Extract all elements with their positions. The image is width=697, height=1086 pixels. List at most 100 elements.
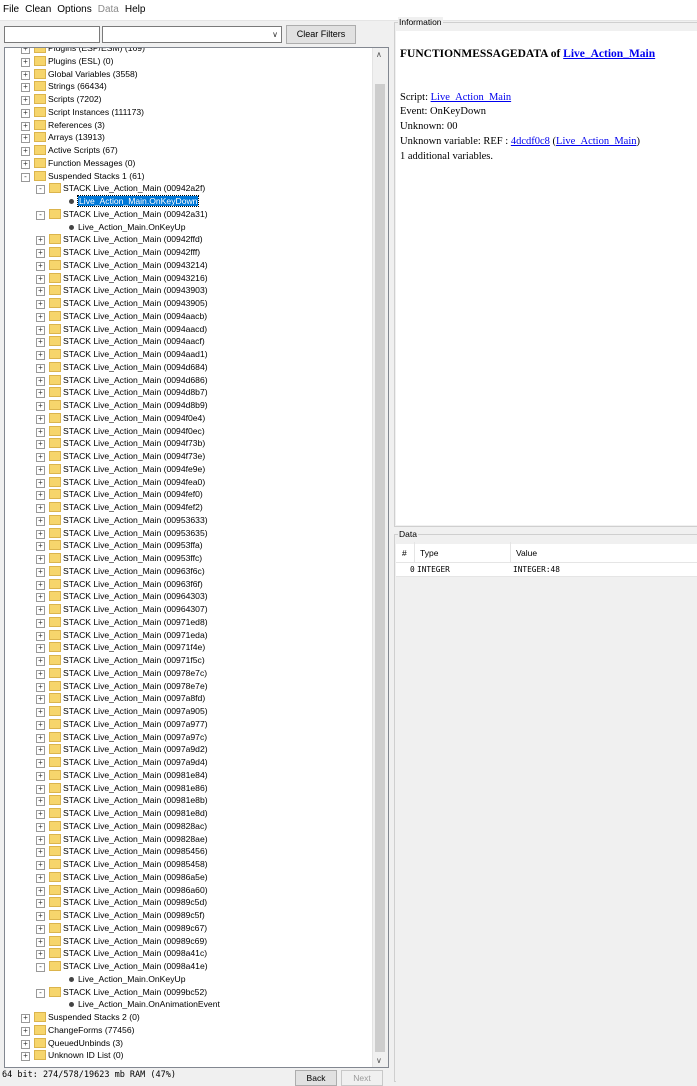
tree-label[interactable]: STACK Live_Action_Main (0098a41e): [63, 960, 208, 973]
expand-icon[interactable]: +: [36, 720, 45, 730]
tree-node[interactable]: + STACK Live_Action_Main (00943214): [5, 259, 373, 272]
scrollbar-thumb[interactable]: [375, 84, 385, 1052]
tree-label[interactable]: Global Variables (3558): [48, 68, 138, 81]
tree-node[interactable]: - Suspended Stacks 1 (61): [5, 170, 373, 183]
tree-label[interactable]: STACK Live_Action_Main (00989c67): [63, 922, 207, 935]
tree-node[interactable]: + STACK Live_Action_Main (0094fef2): [5, 501, 373, 514]
tree-node[interactable]: + STACK Live_Action_Main (00964307): [5, 603, 373, 616]
expand-icon[interactable]: +: [36, 695, 45, 705]
expand-icon[interactable]: +: [21, 159, 30, 169]
table-row[interactable]: 0 INTEGER INTEGER:48: [396, 563, 697, 577]
collapse-icon[interactable]: -: [36, 988, 45, 998]
expand-icon[interactable]: +: [36, 797, 45, 807]
tree-label[interactable]: STACK Live_Action_Main (00985458): [63, 858, 208, 871]
tree-node[interactable]: + STACK Live_Action_Main (00943905): [5, 297, 373, 310]
tree-node[interactable]: + STACK Live_Action_Main (00942fff): [5, 246, 373, 259]
expand-icon[interactable]: +: [21, 57, 30, 67]
expand-icon[interactable]: +: [36, 835, 45, 845]
tree-label[interactable]: Live_Action_Main.OnKeyDown: [76, 195, 200, 208]
tree-label[interactable]: STACK Live_Action_Main (00971ed8): [63, 616, 208, 629]
expand-icon[interactable]: +: [36, 504, 45, 513]
expand-icon[interactable]: +: [36, 631, 45, 641]
next-button[interactable]: Next: [341, 1070, 383, 1086]
tree-label[interactable]: STACK Live_Action_Main (009828ae): [63, 833, 208, 846]
tree-label[interactable]: STACK Live_Action_Main (0094f0e4): [63, 412, 205, 425]
tree-node[interactable]: + STACK Live_Action_Main (0097a9d4): [5, 756, 373, 769]
tree-label[interactable]: Script Instances (111173): [48, 106, 144, 119]
expand-icon[interactable]: +: [36, 542, 45, 552]
tree-node[interactable]: + Global Variables (3558): [5, 68, 373, 81]
expand-icon[interactable]: +: [21, 1039, 30, 1049]
tree-node[interactable]: - STACK Live_Action_Main (0098a41e): [5, 960, 373, 973]
tree-node[interactable]: + STACK Live_Action_Main (00942ffd): [5, 233, 373, 246]
expand-icon[interactable]: +: [36, 453, 45, 462]
tree-label[interactable]: STACK Live_Action_Main (00943905): [63, 297, 208, 310]
tree-node[interactable]: + STACK Live_Action_Main (00986a5e): [5, 871, 373, 884]
tree-node[interactable]: + Suspended Stacks 2 (0): [5, 1011, 373, 1024]
data-table[interactable]: # Type Value 0 INTEGER INTEGER:48: [396, 542, 697, 1082]
tree-label[interactable]: STACK Live_Action_Main (00963f6f): [63, 578, 203, 591]
tree-node[interactable]: + STACK Live_Action_Main (00981e84): [5, 769, 373, 782]
tree-node[interactable]: + STACK Live_Action_Main (009828ae): [5, 833, 373, 846]
tree-node[interactable]: + STACK Live_Action_Main (0094aacb): [5, 310, 373, 323]
expand-icon[interactable]: +: [36, 733, 45, 743]
tree-node[interactable]: + STACK Live_Action_Main (00963f6c): [5, 565, 373, 578]
tree-node[interactable]: + STACK Live_Action_Main (0097a97c): [5, 731, 373, 744]
tree-node[interactable]: + STACK Live_Action_Main (00981e8d): [5, 807, 373, 820]
tree-label[interactable]: STACK Live_Action_Main (00964307): [63, 603, 208, 616]
tree-label[interactable]: STACK Live_Action_Main (0094fe9e): [63, 463, 205, 476]
tree-label[interactable]: STACK Live_Action_Main (00953633): [63, 514, 208, 527]
scroll-up-arrow-icon[interactable]: ∧: [376, 50, 382, 59]
tree-label[interactable]: STACK Live_Action_Main (0097a8fd): [63, 692, 205, 705]
expand-icon[interactable]: +: [36, 249, 45, 258]
tree-node[interactable]: + STACK Live_Action_Main (0097a977): [5, 718, 373, 731]
tree-node[interactable]: + STACK Live_Action_Main (00971eda): [5, 629, 373, 642]
tree-label[interactable]: Live_Action_Main.OnKeyUp: [78, 973, 185, 986]
expand-icon[interactable]: +: [21, 1014, 30, 1023]
tree-node[interactable]: + STACK Live_Action_Main (00953ffa): [5, 539, 373, 552]
tree-label[interactable]: STACK Live_Action_Main (00986a5e): [63, 871, 208, 884]
tree-label[interactable]: Plugins (ESL) (0): [48, 55, 113, 68]
expand-icon[interactable]: +: [36, 657, 45, 666]
expand-icon[interactable]: +: [36, 427, 45, 437]
expand-icon[interactable]: +: [36, 312, 45, 322]
expand-icon[interactable]: +: [36, 567, 45, 577]
tree-node[interactable]: - STACK Live_Action_Main (00942a2f): [5, 182, 373, 195]
tree-node[interactable]: + STACK Live_Action_Main (00981e8b): [5, 794, 373, 807]
tree-label[interactable]: STACK Live_Action_Main (0094aad1): [63, 348, 208, 361]
expand-icon[interactable]: +: [36, 886, 45, 896]
tree-label[interactable]: STACK Live_Action_Main (0094fea0): [63, 476, 205, 489]
tree-label[interactable]: STACK Live_Action_Main (00985456): [63, 845, 208, 858]
tree-scrollbar[interactable]: ∧ ∨: [372, 48, 388, 1067]
tree-label[interactable]: STACK Live_Action_Main (0094aacd): [63, 323, 207, 336]
info-script-link[interactable]: Live_Action_Main: [431, 92, 511, 103]
tree-label[interactable]: STACK Live_Action_Main (00978e7c): [63, 667, 207, 680]
expand-icon[interactable]: +: [36, 618, 45, 628]
tree-node[interactable]: + STACK Live_Action_Main (00953ffc): [5, 552, 373, 565]
expand-icon[interactable]: +: [36, 771, 45, 781]
expand-icon[interactable]: +: [21, 70, 30, 80]
expand-icon[interactable]: +: [36, 669, 45, 679]
tree-leaf[interactable]: Live_Action_Main.OnKeyDown: [5, 195, 373, 208]
expand-icon[interactable]: +: [36, 899, 45, 909]
expand-icon[interactable]: +: [36, 912, 45, 921]
tree-node[interactable]: + Active Scripts (67): [5, 144, 373, 157]
collapse-icon[interactable]: -: [36, 963, 45, 972]
expand-icon[interactable]: +: [36, 325, 45, 335]
tree-node[interactable]: + STACK Live_Action_Main (00943903): [5, 284, 373, 297]
tree-node[interactable]: + STACK Live_Action_Main (0094fea0): [5, 476, 373, 489]
tree-label[interactable]: Strings (66434): [48, 80, 107, 93]
expand-icon[interactable]: +: [36, 338, 45, 348]
tree-label[interactable]: STACK Live_Action_Main (0097a97c): [63, 731, 207, 744]
expand-icon[interactable]: +: [21, 96, 30, 105]
expand-icon[interactable]: +: [36, 529, 45, 539]
tree-node[interactable]: + STACK Live_Action_Main (0094d684): [5, 361, 373, 374]
expand-icon[interactable]: +: [36, 300, 45, 309]
tree-label[interactable]: STACK Live_Action_Main (00971f5c): [63, 654, 205, 667]
expand-icon[interactable]: +: [21, 1026, 30, 1036]
tree-label[interactable]: STACK Live_Action_Main (00943214): [63, 259, 208, 272]
expand-icon[interactable]: +: [36, 351, 45, 360]
tree-label[interactable]: Scripts (7202): [48, 93, 102, 106]
tree-label[interactable]: STACK Live_Action_Main (00943216): [63, 272, 208, 285]
tree-label[interactable]: Live_Action_Main.OnKeyUp: [78, 221, 185, 234]
